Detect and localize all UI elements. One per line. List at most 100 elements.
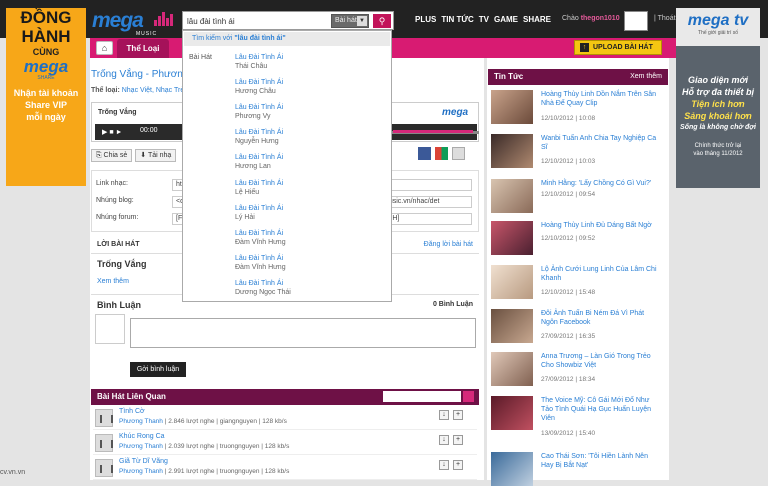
submit-lyrics-link[interactable]: Đăng lời bài hát	[424, 241, 473, 248]
nav-share[interactable]: SHARE	[523, 15, 551, 24]
suggestion-item[interactable]: Lâu Đài Tình Ái Dương Ngọc Thái	[235, 279, 291, 297]
suggestion-item[interactable]: Lâu Đài Tình Ái Phương Vy	[235, 103, 283, 121]
suggestion-song: Lâu Đài Tình Ái	[235, 54, 284, 61]
ad-left-text2: Share VIP	[24, 100, 68, 110]
download-icon[interactable]: ↓	[439, 410, 449, 420]
add-icon[interactable]: +	[453, 410, 463, 420]
left-banner-ad[interactable]: ĐỒNG HÀNH CÙNG mega SHARE Nhận tài khoản…	[6, 8, 86, 186]
suggestion-item[interactable]: Lâu Đài Tình Ái Đàm Vĩnh Hưng	[235, 254, 286, 272]
logo-subtext: MUSIC	[136, 31, 158, 37]
news-item-title[interactable]: The Voice Mỹ: Cô Gái Mới Đổ Như Tảo Tình…	[541, 396, 661, 423]
embed-blog-label: Nhúng blog:	[96, 197, 134, 204]
add-icon[interactable]: +	[453, 435, 463, 445]
suggestion-item[interactable]: Lâu Đài Tình Ái Thái Châu	[235, 53, 283, 71]
related-song-name[interactable]: Giã Từ Dĩ Vãng	[119, 458, 168, 465]
suggestion-song: Lâu Đài Tình Ái	[235, 205, 284, 212]
related-song-artist[interactable]: Phương Thanh	[119, 418, 163, 425]
share-label: Chia sẻ	[103, 152, 128, 159]
ad-right-line2: Hỗ trợ đa thiết bị	[681, 87, 755, 97]
news-thumbnail[interactable]	[491, 179, 533, 213]
news-item-title[interactable]: Wanbi Tuấn Anh Chia Tay Nghiệp Ca Sĩ	[541, 134, 661, 152]
related-song-name[interactable]: Tình Cờ	[119, 408, 145, 415]
google-icon[interactable]	[435, 147, 448, 160]
news-item-date: 12/10/2012 | 10:08	[541, 115, 596, 122]
nav-game[interactable]: GAME	[494, 15, 518, 24]
mega-music-logo[interactable]: mega MUSIC	[92, 9, 173, 37]
right-banner-ad[interactable]: mega tv Thế giới giải trí số Giao diện mớ…	[676, 8, 760, 188]
news-item-title[interactable]: Lộ Ảnh Cưới Lung Linh Của Lâm Chi Khanh	[541, 265, 661, 283]
download-button[interactable]: ⬇ Tải nhạ	[135, 149, 177, 162]
related-song-row[interactable]: Tình Cờ Phương Thanh | 2.846 lượt nghe |…	[93, 406, 477, 430]
suggestion-item[interactable]: Lâu Đài Tình Ái Lý Hải	[235, 204, 283, 222]
logout-link[interactable]: | Thoát	[654, 15, 676, 22]
news-thumbnail[interactable]	[491, 265, 533, 299]
lyrics-more-link[interactable]: Xem thêm	[97, 278, 129, 285]
home-icon[interactable]: ⌂	[96, 41, 113, 55]
suggestion-item[interactable]: Lâu Đài Tình Ái Đàm Vĩnh Hưng	[235, 229, 286, 247]
play-icon[interactable]: ▶ ■ ►	[102, 128, 122, 136]
social-buttons	[418, 147, 465, 160]
lyrics-title: LỜI BÀI HÁT	[97, 241, 140, 248]
chevron-down-icon[interactable]: ▼	[357, 16, 367, 26]
suggestion-song: Lâu Đài Tình Ái	[235, 129, 284, 136]
avatar[interactable]	[624, 11, 648, 31]
suggestion-item[interactable]: Lâu Đài Tình Ái Nguyễn Hưng	[235, 128, 283, 146]
genre-link[interactable]: Nhạc Việt, Nhạc Trẻ	[122, 87, 185, 94]
news-header: Tin Tức Xem thêm	[488, 69, 668, 85]
news-thumbnail[interactable]	[491, 309, 533, 343]
tab-category[interactable]: Thể Loại	[117, 39, 169, 58]
news-item-title[interactable]: Hoàng Thùy Linh Dồn Nắm Trên Sân Nhà Để …	[541, 90, 661, 108]
suggestion-song: Lâu Đài Tình Ái	[235, 280, 284, 287]
news-thumbnail[interactable]	[491, 396, 533, 430]
news-thumbnail[interactable]	[491, 352, 533, 386]
comment-input[interactable]	[130, 318, 476, 348]
submit-comment-button[interactable]: Gởi bình luận	[130, 362, 186, 377]
upload-label: UPLOAD BÀI HÁT	[593, 44, 653, 51]
nav-tv[interactable]: TV	[479, 15, 489, 24]
news-item-title[interactable]: Cao Thái Sơn: 'Tôi Hiền Lành Nên Hay Bị …	[541, 452, 661, 470]
related-song-row[interactable]: Giã Từ Dĩ Vãng Phương Thanh | 2.991 lượt…	[93, 456, 477, 480]
suggestion-item[interactable]: Lâu Đài Tình Ái Lệ Hiếu	[235, 179, 283, 197]
suggestion-item[interactable]: Lâu Đài Tình Ái Hương Lan	[235, 153, 283, 171]
ad-left-line1: ĐỒNG	[20, 8, 72, 27]
ad-right-line4: Sảng khoái hơn	[684, 111, 752, 121]
download-icon[interactable]: ↓	[439, 435, 449, 445]
search-with-query[interactable]: Tìm kiếm với "lâu đài tình ái"	[184, 32, 390, 46]
volume-slider[interactable]	[393, 130, 473, 133]
related-song-artist[interactable]: Phương Thanh	[119, 443, 163, 450]
ad-left-text1: Nhận tài khoản	[13, 88, 79, 98]
download-icon[interactable]: ↓	[439, 460, 449, 470]
ad-left-line2: HÀNH	[21, 27, 71, 46]
add-icon[interactable]: +	[453, 460, 463, 470]
upload-song-button[interactable]: ↑ UPLOAD BÀI HÁT	[574, 40, 662, 55]
news-item-title[interactable]: Đôi Ảnh Tuấn Bi Ném Đá Vì Phát Ngôn Face…	[541, 309, 661, 327]
player-time: 00:00	[140, 127, 158, 134]
download-label: Tải nhạ	[147, 152, 172, 159]
news-item-title[interactable]: Minh Hằng: 'Lấy Chồng Có Gì Vui?'	[541, 179, 661, 188]
search-input[interactable]	[187, 15, 317, 27]
player-logo: mega	[442, 107, 469, 118]
news-thumbnail[interactable]	[491, 452, 533, 486]
facebook-icon[interactable]	[418, 147, 431, 160]
related-song-row[interactable]: Khúc Rong Ca Phương Thanh | 2.039 lượt n…	[93, 431, 477, 455]
news-item-date: 12/10/2012 | 10:03	[541, 158, 596, 165]
news-item-title[interactable]: Anna Trương – Làn Gió Trong Trẻo Cho Sho…	[541, 352, 661, 370]
suggestion-item[interactable]: Lâu Đài Tình Ái Hương Châu	[235, 78, 283, 96]
news-more-link[interactable]: Xem thêm	[630, 73, 662, 80]
related-song-name[interactable]: Khúc Rong Ca	[119, 433, 165, 440]
news-thumbnail[interactable]	[491, 90, 533, 124]
share-button[interactable]: ⎘ Chia sẻ	[91, 149, 133, 162]
related-search-input[interactable]	[383, 391, 461, 402]
news-thumbnail[interactable]	[491, 221, 533, 255]
nav-plus[interactable]: PLUS	[415, 15, 436, 24]
search-type-select[interactable]: Bài hát ▼	[331, 14, 369, 28]
news-item-title[interactable]: Hoàng Thùy Linh Đủ Dáng Bất Ngờ	[541, 221, 661, 230]
search-button[interactable]: ⚲	[373, 14, 391, 28]
email-icon[interactable]	[452, 147, 465, 160]
related-song-artist[interactable]: Phương Thanh	[119, 468, 163, 475]
nav-news[interactable]: TIN TỨC	[441, 15, 473, 24]
suggestion-song: Lâu Đài Tình Ái	[235, 79, 284, 86]
related-search-button[interactable]	[463, 391, 474, 402]
news-thumbnail[interactable]	[491, 134, 533, 168]
username-link[interactable]: thegon1010	[581, 15, 620, 22]
